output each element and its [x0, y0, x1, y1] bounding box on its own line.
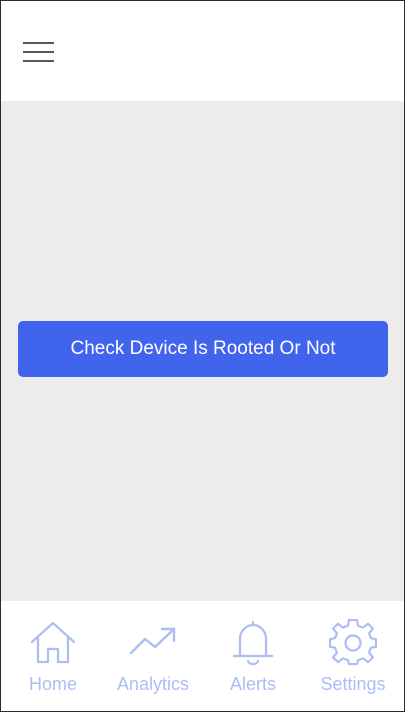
tab-alerts-label: Alerts [229, 674, 276, 694]
trending-up-icon [129, 619, 177, 667]
app-frame: Check Device Is Rooted Or Not Home Analy… [0, 0, 405, 712]
home-icon [29, 619, 77, 667]
check-root-button[interactable]: Check Device Is Rooted Or Not [18, 321, 388, 377]
top-app-bar [1, 1, 404, 101]
gear-icon [329, 619, 377, 667]
tab-analytics-label: Analytics [116, 674, 190, 694]
tab-settings[interactable]: Settings [303, 601, 403, 711]
tab-settings-label: Settings [320, 674, 386, 694]
tab-home-label: Home [28, 674, 77, 694]
tab-home[interactable]: Home [3, 601, 103, 711]
bottom-tab-bar: Home Analytics Alerts Settings [1, 601, 404, 711]
tab-alerts[interactable]: Alerts [203, 601, 303, 711]
hamburger-menu-icon [23, 42, 54, 62]
main-content: Check Device Is Rooted Or Not [1, 101, 404, 601]
menu-button[interactable] [19, 37, 59, 67]
tab-analytics[interactable]: Analytics [103, 601, 203, 711]
bell-icon [229, 619, 277, 667]
